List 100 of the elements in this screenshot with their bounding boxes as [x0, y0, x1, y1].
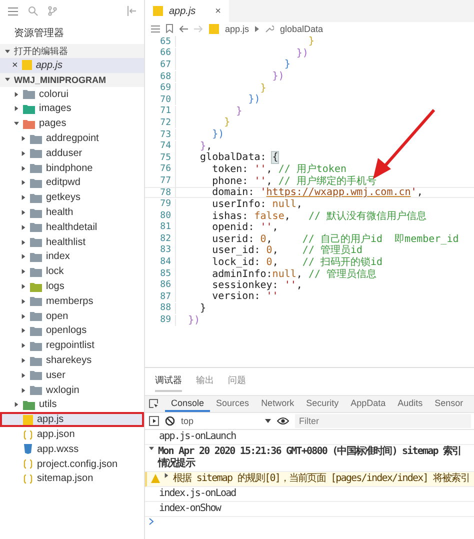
panel-tab[interactable]: 调试器: [155, 374, 182, 392]
collapsed-icon[interactable]: [21, 372, 26, 378]
folder-item[interactable]: health: [0, 205, 144, 220]
folder-item[interactable]: healthlist: [0, 234, 144, 250]
js-file-icon: [153, 6, 163, 16]
collapsed-icon[interactable]: [21, 136, 26, 142]
collapsed-icon[interactable]: [21, 358, 26, 364]
folder-item[interactable]: open: [0, 308, 144, 324]
folder-item[interactable]: utils: [0, 398, 144, 412]
collapsed-icon[interactable]: [21, 195, 26, 200]
folder-item[interactable]: memberps: [0, 294, 144, 309]
code-line: },: [175, 140, 212, 152]
folder-item[interactable]: openlogs: [0, 324, 144, 338]
console-message: 根据 sitemap 的规则[0]，当前页面 [pages/index/index] 将被索引: [145, 472, 474, 487]
folder-item[interactable]: adduser: [0, 146, 144, 161]
breadcrumb-item[interactable]: app.js: [225, 24, 250, 34]
folder-item[interactable]: sharekeys: [0, 353, 144, 368]
expanded-icon[interactable]: [5, 48, 10, 54]
collapsed-icon[interactable]: [21, 254, 26, 260]
folder-item[interactable]: getkeys: [0, 190, 144, 206]
folder-item[interactable]: regpointlist: [0, 338, 144, 354]
devtools-tab[interactable]: Sources: [210, 396, 256, 412]
line-number: 89: [159, 315, 172, 326]
collapsed-icon[interactable]: [164, 473, 169, 478]
expanded-icon[interactable]: [149, 446, 154, 451]
console-message: index-onShow: [145, 502, 474, 517]
open-editors-header[interactable]: 打开的编辑器: [0, 44, 144, 58]
devtools-tab[interactable]: Sensor: [428, 396, 470, 412]
devtools-tab[interactable]: Audits: [392, 396, 429, 412]
folder-item[interactable]: lock: [0, 264, 144, 280]
file-item[interactable]: app.js: [0, 412, 144, 428]
folder-icon: [30, 148, 42, 158]
collapsed-icon[interactable]: [21, 388, 26, 393]
panel-tab[interactable]: 问题: [228, 374, 246, 392]
devtools-tab[interactable]: Security: [300, 396, 345, 412]
breadcrumb-item[interactable]: globalData: [280, 24, 324, 34]
line-number: 79: [159, 199, 172, 210]
folder-item[interactable]: images: [0, 102, 144, 116]
folder-item[interactable]: pages: [0, 116, 144, 132]
code-line: adminInfo:null, // 管理员信息: [175, 266, 376, 281]
context-select[interactable]: top: [181, 416, 271, 426]
line-number: 66: [159, 48, 172, 58]
prompt-icon: [149, 518, 154, 525]
devtools-tab[interactable]: Network: [255, 396, 300, 412]
collapsed-icon[interactable]: [21, 210, 26, 216]
line-number: 71: [159, 106, 172, 116]
code-line: }): [175, 71, 284, 82]
folder-item[interactable]: user: [0, 368, 144, 383]
collapsed-icon[interactable]: [14, 106, 19, 112]
folder-item[interactable]: wxlogin: [0, 382, 144, 398]
folder-item[interactable]: bindphone: [0, 160, 144, 176]
folder-item[interactable]: logs: [0, 279, 144, 294]
folder-icon: [30, 311, 42, 322]
file-item[interactable]: app.wxss: [0, 442, 144, 457]
explorer-title: 资源管理器: [13, 27, 65, 41]
collapsed-icon[interactable]: [21, 166, 26, 171]
file-item[interactable]: project.config.json: [0, 456, 144, 472]
collapsed-icon[interactable]: [21, 240, 26, 245]
editor-tab[interactable]: app.js ×: [145, 0, 229, 22]
collapsed-icon[interactable]: [21, 314, 26, 319]
panel-tab[interactable]: 输出: [196, 374, 214, 392]
collapsed-icon[interactable]: [21, 328, 26, 334]
collapsed-icon[interactable]: [21, 150, 26, 156]
inspect-icon: [149, 399, 159, 409]
chevron-icon: [255, 26, 260, 32]
line-number: 69: [159, 83, 172, 94]
folder-icon: [30, 134, 42, 144]
folder-item[interactable]: addregpoint: [0, 131, 144, 146]
collapsed-icon[interactable]: [21, 224, 26, 230]
folder-icon: [30, 222, 42, 232]
folder-icon: [30, 192, 42, 203]
line-number: 74: [159, 141, 172, 152]
search-icon: [28, 6, 38, 16]
open-editor-item[interactable]: × app.js: [0, 58, 144, 73]
collapsed-icon[interactable]: [21, 269, 26, 274]
line-number: 82: [159, 234, 172, 244]
collapsed-icon[interactable]: [21, 180, 26, 186]
collapsed-icon[interactable]: [21, 343, 26, 348]
collapse-icon: [127, 6, 136, 16]
folder-item[interactable]: editpwd: [0, 176, 144, 190]
line-number: 73: [159, 130, 172, 140]
folder-item[interactable]: index: [0, 250, 144, 264]
collapsed-icon[interactable]: [14, 402, 19, 408]
folder-item[interactable]: colorui: [0, 86, 144, 102]
folder-icon: [23, 400, 35, 410]
expanded-icon[interactable]: [14, 121, 19, 126]
devtools-tab[interactable]: Console: [165, 396, 210, 412]
project-header[interactable]: WMJ_MINIPROGRAM: [0, 72, 144, 87]
collapsed-icon[interactable]: [21, 298, 26, 304]
folder-icon: [23, 89, 35, 100]
file-item[interactable]: sitemap.json: [0, 472, 144, 486]
folder-item[interactable]: healthdetail: [0, 220, 144, 235]
collapsed-icon[interactable]: [21, 284, 26, 290]
file-item[interactable]: app.json: [0, 427, 144, 442]
collapsed-icon[interactable]: [14, 92, 19, 97]
filter-field[interactable]: Filter: [295, 414, 471, 428]
close-icon[interactable]: ×: [12, 60, 18, 71]
code-line: userInfo: null,: [175, 198, 302, 210]
devtools-tab[interactable]: AppData: [344, 396, 392, 412]
expanded-icon[interactable]: [5, 77, 10, 82]
